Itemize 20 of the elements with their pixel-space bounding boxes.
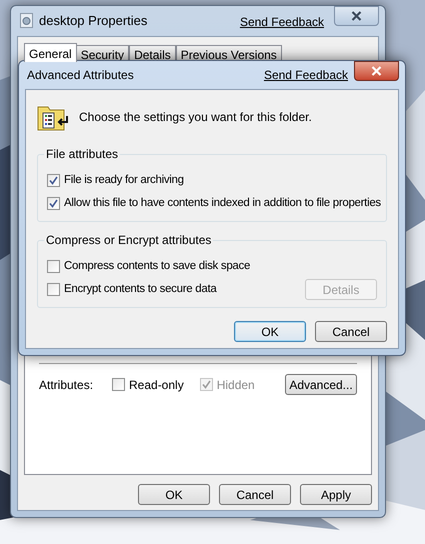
checkbox-label: File is ready for archiving [64, 172, 184, 188]
checkbox-label: Read-only [129, 376, 184, 394]
send-feedback-link[interactable]: Send Feedback [264, 67, 348, 83]
group-title: Compress or Encrypt attributes [44, 233, 214, 248]
window-title: desktop Properties [39, 13, 148, 29]
dialog-button[interactable]: OK [138, 484, 210, 505]
advanced-button[interactable]: Advanced... [285, 374, 357, 395]
dialog-button[interactable]: Cancel [315, 321, 387, 342]
send-feedback-link[interactable]: Send Feedback [240, 14, 324, 30]
checkbox-label: Hidden [216, 376, 255, 394]
attributes-label: Attributes: [39, 376, 94, 394]
dialog-button[interactable]: OK [234, 321, 306, 342]
prompt-text: Choose the settings you want for this folder. [79, 108, 312, 126]
checkbox-label: Compress contents to save disk space [64, 258, 250, 274]
checkbox-label: Encrypt contents to secure data [64, 282, 216, 297]
dialog-title: Advanced Attributes [27, 67, 134, 83]
dialog-button[interactable]: Cancel [219, 484, 291, 505]
tab[interactable]: General [24, 43, 77, 62]
checkbox-label: Allow this file to have contents indexed in addition to file properties [64, 196, 381, 211]
dialog-button[interactable]: Apply [300, 484, 372, 505]
